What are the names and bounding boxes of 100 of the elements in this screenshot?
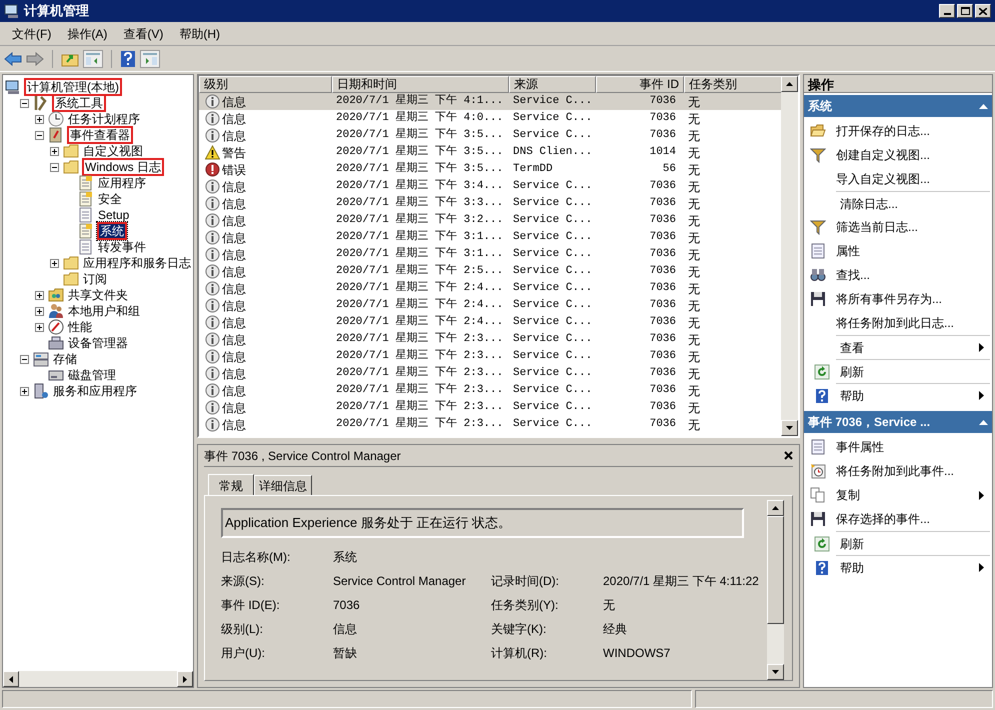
column-header[interactable]: 事件 ID <box>596 76 684 93</box>
expand-icon[interactable] <box>35 290 44 300</box>
table-row[interactable]: 信息 2020/7/1 星期三 下午 2:4... Service C... 7036 无 <box>199 314 781 331</box>
tree-item[interactable]: 性能 <box>67 320 93 334</box>
table-row[interactable]: 信息 2020/7/1 星期三 下午 2:3... Service C... 7036 无 <box>199 416 781 433</box>
tree-item[interactable]: 事件查看器 <box>67 126 133 144</box>
tree-item[interactable]: 转发事件 <box>97 240 147 254</box>
column-header[interactable]: 任务类别 <box>684 76 781 93</box>
close-icon[interactable] <box>784 451 793 460</box>
table-row[interactable]: 信息 2020/7/1 星期三 下午 2:4... Service C... 7036 无 <box>199 280 781 297</box>
table-row[interactable]: 信息 2020/7/1 星期三 下午 2:3... Service C... 7036 无 <box>199 382 781 399</box>
forward-arrow-icon[interactable] <box>26 52 44 66</box>
tree-item[interactable]: Windows 日志 <box>82 158 164 176</box>
table-row[interactable]: 信息 2020/7/1 星期三 下午 3:1... Service C... 7036 无 <box>199 229 781 246</box>
tree-item[interactable]: 系统 <box>97 222 127 240</box>
section-header[interactable]: 事件 7036，Service ... <box>804 411 992 433</box>
action-item[interactable]: 清除日志... <box>836 191 990 215</box>
action-item[interactable]: 打开保存的日志... <box>806 119 990 143</box>
action-item[interactable]: 复制 <box>806 483 990 507</box>
up-arrow-icon[interactable] <box>772 506 779 510</box>
action-item[interactable]: 刷新 <box>836 531 990 555</box>
table-row[interactable]: 信息 2020/7/1 星期三 下午 3:1... Service C... 7036 无 <box>199 246 781 263</box>
horizontal-scrollbar[interactable] <box>3 671 193 687</box>
action-item[interactable]: 查看 <box>836 335 990 359</box>
tree-item[interactable]: 系统工具 <box>52 94 106 112</box>
table-row[interactable]: 信息 2020/7/1 星期三 下午 2:3... Service C... 7036 无 <box>199 365 781 382</box>
table-row[interactable]: 信息 2020/7/1 星期三 下午 2:3... Service C... 7036 无 <box>199 348 781 365</box>
action-item[interactable]: 帮助 <box>836 383 990 407</box>
table-row[interactable]: 信息 2020/7/1 星期三 下午 2:4... Service C... 7036 无 <box>199 297 781 314</box>
action-item[interactable]: 查找... <box>806 263 990 287</box>
tab[interactable]: 详细信息 <box>254 475 312 495</box>
menu-item[interactable]: 操作(A) <box>59 24 116 44</box>
up-arrow-icon[interactable] <box>786 82 793 86</box>
table-row[interactable]: 信息 2020/7/1 星期三 下午 4:1... Service C... 7036 无 <box>199 93 781 110</box>
tree-item[interactable]: 应用程序 <box>97 176 147 190</box>
table-row[interactable]: 信息 2020/7/1 星期三 下午 2:3... Service C... 7036 无 <box>199 331 781 348</box>
action-item[interactable]: 将任务附加到此日志... <box>806 311 990 335</box>
column-header[interactable]: 级别 <box>199 76 332 93</box>
table-row[interactable]: 信息 2020/7/1 星期三 下午 3:5... Service C... 7036 无 <box>199 127 781 144</box>
section-header[interactable]: 系统 <box>804 95 992 117</box>
tree-item[interactable]: 计算机管理(本地) <box>24 78 122 96</box>
tree-item[interactable]: 订阅 <box>82 272 108 286</box>
tree-item[interactable]: 本地用户和组 <box>67 304 141 318</box>
column-header[interactable]: 日期和时间 <box>332 76 509 93</box>
action-item[interactable]: 创建自定义视图... <box>806 143 990 167</box>
tree-item[interactable]: 磁盘管理 <box>67 368 117 382</box>
expand-icon[interactable] <box>35 306 44 316</box>
collapse-arrow-icon[interactable] <box>979 420 988 424</box>
action-item[interactable]: 事件属性 <box>806 435 990 459</box>
tree-item[interactable]: 自定义视图 <box>82 144 144 158</box>
table-row[interactable]: 信息 2020/7/1 星期三 下午 3:4... Service C... 7036 无 <box>199 178 781 195</box>
action-item[interactable]: 筛选当前日志... <box>806 215 990 239</box>
collapse-arrow-icon[interactable] <box>979 104 988 108</box>
right-arrow-icon[interactable] <box>183 676 187 682</box>
action-item[interactable]: 导入自定义视图... <box>806 167 990 191</box>
tree-item[interactable]: 设备管理器 <box>67 336 129 350</box>
tree-item[interactable]: 应用程序和服务日志 <box>82 256 192 270</box>
column-header[interactable]: 来源 <box>509 76 596 93</box>
action-item[interactable]: 帮助 <box>836 555 990 579</box>
expand-icon[interactable] <box>35 322 44 332</box>
expand-icon[interactable] <box>50 146 59 156</box>
action-item[interactable]: 保存选择的事件... <box>806 507 990 531</box>
pane-toggle-icon[interactable] <box>83 50 103 68</box>
tree-item[interactable]: 存储 <box>52 352 78 366</box>
expand-icon[interactable] <box>50 258 59 268</box>
pane-toggle-icon[interactable] <box>140 50 160 68</box>
back-arrow-icon[interactable] <box>4 52 22 66</box>
collapse-icon[interactable] <box>50 162 59 172</box>
action-item[interactable]: 刷新 <box>836 359 990 383</box>
collapse-icon[interactable] <box>35 130 44 140</box>
tree-item[interactable]: Setup <box>97 208 130 222</box>
tree-item[interactable]: 安全 <box>97 192 123 206</box>
down-arrow-icon[interactable] <box>786 426 793 430</box>
scroll-thumb[interactable] <box>767 516 784 624</box>
vertical-scrollbar[interactable] <box>781 76 798 436</box>
tree-item[interactable]: 服务和应用程序 <box>52 384 138 398</box>
table-row[interactable]: 信息 2020/7/1 星期三 下午 4:0... Service C... 7036 无 <box>199 110 781 127</box>
table-row[interactable]: 信息 2020/7/1 星期三 下午 3:3... Service C... 7036 无 <box>199 195 781 212</box>
expand-icon[interactable] <box>20 386 29 396</box>
action-item[interactable]: 属性 <box>806 239 990 263</box>
minimize-button[interactable] <box>939 4 955 18</box>
down-arrow-icon[interactable] <box>772 670 779 674</box>
table-row[interactable]: 信息 2020/7/1 星期三 下午 2:5... Service C... 7036 无 <box>199 263 781 280</box>
tree-item[interactable]: 任务计划程序 <box>67 112 141 126</box>
table-row[interactable]: 信息 2020/7/1 星期三 下午 3:2... Service C... 7036 无 <box>199 212 781 229</box>
left-arrow-icon[interactable] <box>9 676 13 682</box>
expand-icon[interactable] <box>35 114 44 124</box>
table-row[interactable]: 错误 2020/7/1 星期三 下午 3:5... TermDD 56 无 <box>199 161 781 178</box>
action-item[interactable]: 将任务附加到此事件... <box>806 459 990 483</box>
tab[interactable]: 常规 <box>208 474 254 496</box>
table-row[interactable]: 信息 2020/7/1 星期三 下午 2:3... Service C... 7036 无 <box>199 399 781 416</box>
menu-item[interactable]: 帮助(H) <box>171 24 228 44</box>
maximize-button[interactable] <box>957 4 973 18</box>
collapse-icon[interactable] <box>20 98 29 108</box>
action-item[interactable]: 将所有事件另存为... <box>806 287 990 311</box>
menu-item[interactable]: 查看(V) <box>115 24 172 44</box>
collapse-icon[interactable] <box>20 354 29 364</box>
help-icon[interactable] <box>120 50 136 68</box>
vertical-scrollbar[interactable] <box>767 500 784 680</box>
tree-item[interactable]: 共享文件夹 <box>67 288 129 302</box>
